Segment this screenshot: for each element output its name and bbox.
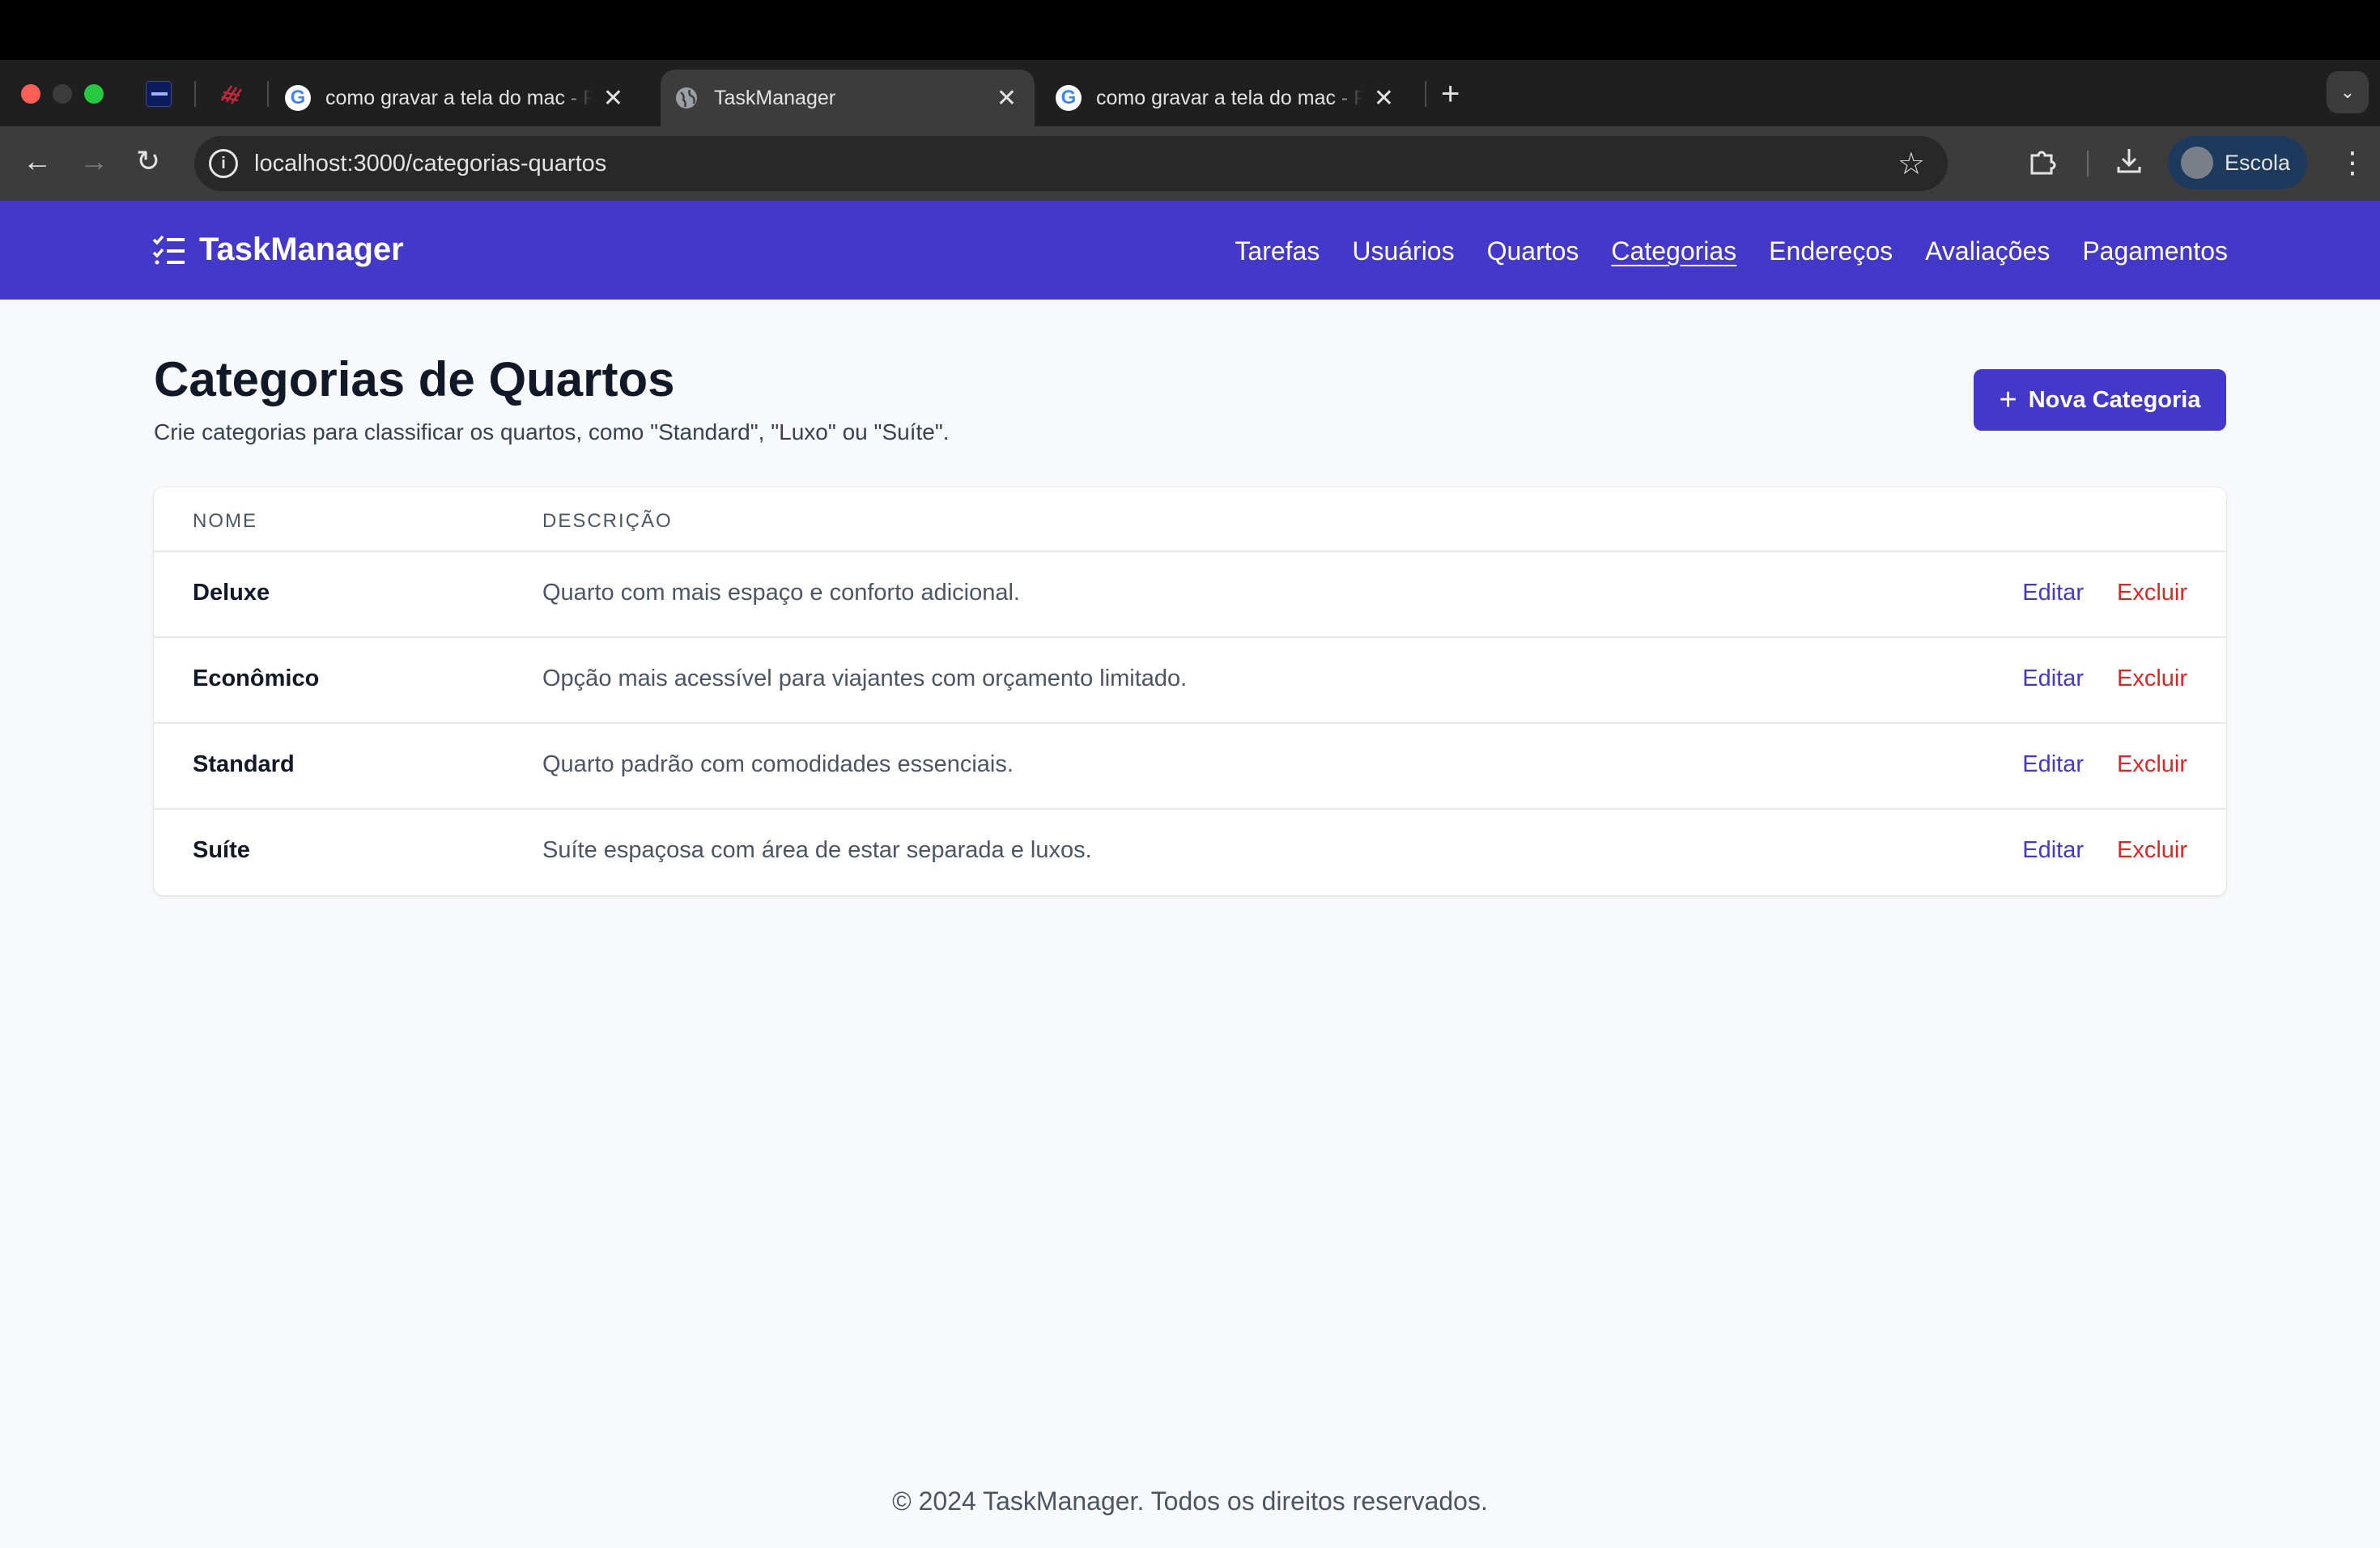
- address-bar[interactable]: i localhost:3000/categorias-quartos ☆: [194, 136, 1948, 191]
- edit-link[interactable]: Editar: [2022, 580, 2084, 606]
- extensions-puzzle-icon[interactable]: [2027, 146, 2056, 182]
- avatar: [2181, 147, 2213, 179]
- tab-title: como gravar a tela do mac - P: [325, 86, 593, 109]
- brand-logo[interactable]: TaskManager: [152, 232, 404, 268]
- os-menu-bar: [0, 0, 2380, 60]
- column-header-description: DESCRIÇÃO: [542, 510, 673, 532]
- nav-link-pagamentos[interactable]: Pagamentos: [2082, 236, 2228, 266]
- close-tab-icon[interactable]: ✕: [603, 84, 623, 113]
- brand-name: TaskManager: [199, 232, 404, 267]
- back-arrow-icon[interactable]: ←: [23, 144, 52, 178]
- column-header-name: NOME: [193, 510, 257, 532]
- category-name: Standard: [193, 751, 295, 777]
- delete-link[interactable]: Excluir: [2117, 837, 2187, 864]
- edit-link[interactable]: Editar: [2022, 837, 2084, 864]
- close-tab-icon[interactable]: ✕: [997, 84, 1017, 113]
- forward-arrow-icon[interactable]: →: [79, 144, 108, 178]
- category-description: Suíte espaçosa com área de estar separad…: [542, 837, 1092, 863]
- task-list-icon: [152, 235, 185, 264]
- maximize-window-button[interactable]: [84, 84, 104, 104]
- categories-table: NOME DESCRIÇÃO Deluxe Quarto com mais es…: [154, 487, 2226, 895]
- pinned-tab-2[interactable]: [219, 81, 244, 107]
- new-category-label: Nova Categoria: [2028, 386, 2201, 413]
- reload-icon[interactable]: ↻: [136, 144, 160, 178]
- nav-link-quartos[interactable]: Quartos: [1487, 236, 1579, 266]
- minimize-window-button[interactable]: [53, 84, 72, 104]
- profile-name: Escola: [2225, 150, 2291, 175]
- nav-link-enderecos[interactable]: Endereços: [1769, 236, 1893, 266]
- new-tab-plus-icon[interactable]: +: [1441, 76, 1460, 113]
- delete-link[interactable]: Excluir: [2117, 580, 2187, 606]
- delete-link[interactable]: Excluir: [2117, 666, 2187, 692]
- nav-link-avaliacoes[interactable]: Avaliações: [1925, 236, 2050, 266]
- main-nav: Tarefas Usuários Quartos Categorias Ende…: [1202, 236, 2228, 266]
- nav-link-tarefas[interactable]: Tarefas: [1235, 236, 1320, 266]
- browser-tab[interactable]: G como gravar a tela do mac - P ✕: [285, 70, 641, 126]
- google-icon: G: [285, 85, 311, 111]
- tab-title: TaskManager: [714, 86, 836, 109]
- browser-tab-active[interactable]: TaskManager ✕: [661, 70, 1035, 126]
- edit-link[interactable]: Editar: [2022, 666, 2084, 692]
- close-window-button[interactable]: [21, 84, 40, 104]
- page-subtitle: Crie categorias para classificar os quar…: [154, 419, 950, 444]
- edit-link[interactable]: Editar: [2022, 751, 2084, 778]
- tab-separator: [1425, 81, 1426, 107]
- table-row: Standard Quarto padrão com comodidades e…: [154, 724, 2226, 810]
- globe-icon: [674, 85, 699, 111]
- table-row: Deluxe Quarto com mais espaço e conforto…: [154, 552, 2226, 638]
- table-row: Econômico Opção mais acessível para viaj…: [154, 638, 2226, 724]
- plus-icon: +: [1999, 382, 2017, 417]
- category-description: Quarto com mais espaço e conforto adicio…: [542, 580, 1020, 606]
- page-title: Categorias de Quartos: [154, 352, 675, 406]
- download-icon[interactable]: [2114, 146, 2144, 182]
- toolbar-separator: [2087, 151, 2089, 176]
- category-name: Deluxe: [193, 580, 270, 606]
- browser-tab[interactable]: G como gravar a tela do mac - P ✕: [1056, 70, 1412, 126]
- google-icon: G: [1056, 85, 1082, 111]
- grid-logo-icon: [220, 85, 243, 104]
- footer-copyright: © 2024 TaskManager. Todos os direitos re…: [892, 1486, 1488, 1516]
- close-tab-icon[interactable]: ✕: [1374, 84, 1394, 113]
- category-description: Quarto padrão com comodidades essenciais…: [542, 751, 1014, 777]
- table-header: NOME DESCRIÇÃO: [154, 487, 2226, 552]
- tab-search-chevron-icon[interactable]: ⌄: [2327, 71, 2369, 113]
- profile-button[interactable]: Escola: [2168, 136, 2307, 189]
- table-row: Suíte Suíte espaçosa com área de estar s…: [154, 810, 2226, 895]
- category-name: Econômico: [193, 666, 320, 691]
- nav-link-usuarios[interactable]: Usuários: [1352, 236, 1454, 266]
- category-description: Opção mais acessível para viajantes com …: [542, 666, 1188, 691]
- tab-separator: [194, 81, 196, 107]
- tab-title: como gravar a tela do mac - P: [1096, 86, 1363, 109]
- category-name: Suíte: [193, 837, 250, 863]
- tab-separator: [267, 81, 269, 107]
- nav-link-categorias[interactable]: Categorias: [1611, 236, 1736, 266]
- url-text[interactable]: localhost:3000/categorias-quartos: [254, 151, 606, 177]
- new-category-button[interactable]: + Nova Categoria: [1974, 369, 2226, 431]
- pinned-tab-1[interactable]: [146, 81, 172, 107]
- site-info-icon[interactable]: i: [209, 149, 238, 178]
- bookmark-star-icon[interactable]: ☆: [1898, 146, 1925, 182]
- delete-link[interactable]: Excluir: [2117, 751, 2187, 778]
- more-menu-icon[interactable]: ⋮: [2338, 146, 2367, 180]
